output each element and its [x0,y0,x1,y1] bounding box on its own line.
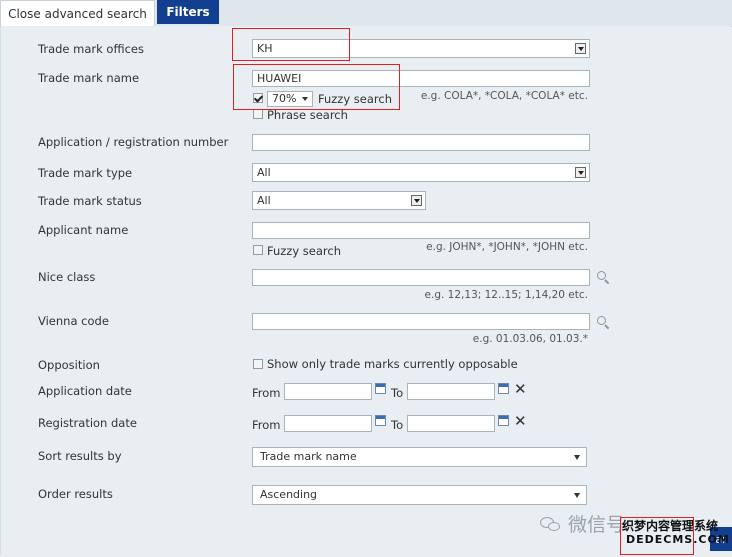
watermark-text: 微信号 [568,514,626,536]
regdate-from-input[interactable] [284,415,372,432]
type-value: All [257,166,271,179]
clear-icon[interactable]: ✕ [514,414,527,429]
type-label: Trade mark type [38,166,133,180]
tab-close-advanced-search[interactable]: Close advanced search [0,0,155,26]
appdate-label: Application date [38,384,132,398]
applicant-label: Applicant name [38,223,129,237]
wechat-watermark: 微信号 [540,510,625,537]
regdate-to-label: To [391,418,404,432]
nice-search-icon[interactable] [597,271,606,280]
opposition-checkbox[interactable] [253,359,263,369]
calendar-icon[interactable] [375,415,386,426]
chevron-down-icon[interactable] [575,43,586,54]
name-hint: e.g. COLA*, *COLA, *COLA* etc. [420,90,588,102]
applicant-fuzzy-label: Fuzzy search [267,244,342,258]
applicant-hint: e.g. JOHN*, *JOHN*, *JOHN etc. [426,241,588,253]
appdate-to-input[interactable] [407,383,495,400]
nice-class-input[interactable] [252,269,590,286]
chevron-down-icon[interactable] [575,167,586,178]
tab-filters[interactable]: Filters [157,0,219,24]
clear-icon[interactable]: ✕ [514,382,527,397]
name-label: Trade mark name [38,71,140,85]
appdate-to-label: To [391,386,404,400]
phrase-search-checkbox[interactable] [253,109,263,119]
trade-mark-status-select[interactable]: All [252,191,426,210]
regdate-to-input[interactable] [407,415,495,432]
appdate-from-input[interactable] [284,383,372,400]
vienna-search-icon[interactable] [597,316,606,325]
regdate-label: Registration date [38,416,137,430]
opposition-label: Opposition [38,358,100,372]
phrase-search-label: Phrase search [267,108,348,122]
trade-mark-type-select[interactable]: All [252,163,590,182]
nice-hint: e.g. 12,13; 12..15; 1,14,20 etc. [424,289,588,301]
appdate-from-label: From [252,386,281,400]
highlight-box-offices [232,28,350,61]
nice-label: Nice class [38,270,96,284]
applicant-fuzzy-checkbox[interactable] [253,245,263,255]
chevron-down-icon[interactable] [411,195,422,206]
status-value: All [257,194,271,207]
sort-label: Sort results by [38,449,122,463]
sort-select[interactable]: Trade mark name [252,447,587,467]
caret-down-icon [574,455,580,460]
calendar-icon[interactable] [375,383,386,394]
vienna-code-input[interactable] [252,313,590,330]
highlight-box-button [620,517,694,555]
highlight-box-name [233,64,400,110]
tab-bar: Close advanced search Filters [0,0,732,27]
wechat-icon [540,515,562,533]
status-label: Trade mark status [38,194,142,208]
opposition-checkbox-label: Show only trade marks currently opposabl… [267,357,518,371]
order-select[interactable]: Ascending [252,485,587,505]
applicant-name-input[interactable] [252,222,590,239]
application-number-input[interactable] [252,134,590,151]
regdate-from-label: From [252,418,281,432]
offices-label: Trade mark offices [38,42,144,56]
order-value: Ascending [260,488,318,501]
sort-value: Trade mark name [260,450,357,463]
vienna-hint: e.g. 01.03.06, 01.03.* [472,333,588,345]
vienna-label: Vienna code [38,314,109,328]
appnum-label: Application / registration number [38,135,229,149]
caret-down-icon [574,493,580,498]
order-label: Order results [38,487,113,501]
calendar-icon[interactable] [498,383,509,394]
calendar-icon[interactable] [498,415,509,426]
